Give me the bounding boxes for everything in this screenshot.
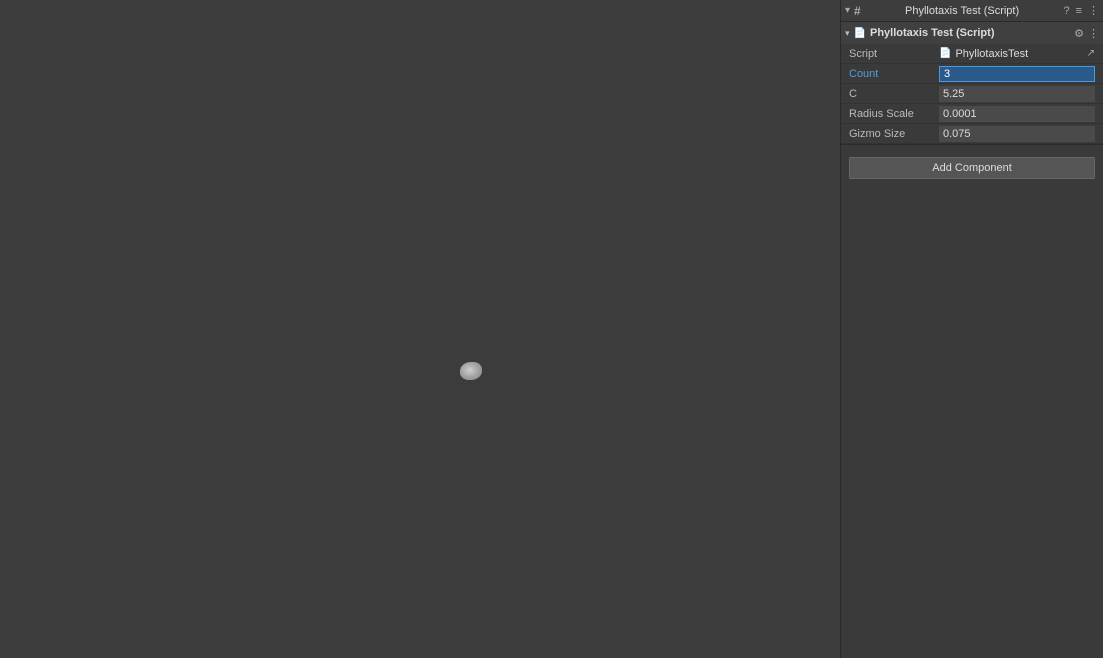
script-row: Script 📄 PhyllotaxisTest ↗ bbox=[841, 44, 1103, 64]
settings-icon[interactable]: ≡ bbox=[1076, 5, 1082, 17]
component-settings-icons: ⚙ ⋮ bbox=[1074, 27, 1099, 40]
inspector-spacer bbox=[841, 191, 1103, 658]
radius-scale-input[interactable] bbox=[939, 106, 1095, 122]
script-icon: 📄 bbox=[939, 48, 951, 59]
c-row: C bbox=[841, 84, 1103, 104]
component-section: ▾ 📄 Phyllotaxis Test (Script) ⚙ ⋮ Script… bbox=[841, 22, 1103, 145]
overflow-icon[interactable]: ⋮ bbox=[1088, 4, 1099, 17]
scene-object-shape bbox=[460, 362, 482, 380]
script-label: Script bbox=[849, 48, 939, 60]
main-container: ▾ # Phyllotaxis Test (Script) ? ≡ ⋮ ▾ 📄 … bbox=[0, 0, 1103, 658]
help-icon[interactable]: ? bbox=[1063, 5, 1069, 17]
header-icons: ? ≡ ⋮ bbox=[1063, 4, 1099, 17]
component-settings-icon[interactable]: ⚙ bbox=[1074, 27, 1084, 40]
script-name: PhyllotaxisTest bbox=[955, 48, 1028, 60]
inspector-panel: ▾ # Phyllotaxis Test (Script) ? ≡ ⋮ ▾ 📄 … bbox=[840, 0, 1103, 658]
component-overflow-icon[interactable]: ⋮ bbox=[1088, 27, 1099, 40]
count-row: Count bbox=[841, 64, 1103, 84]
scene-view[interactable] bbox=[0, 0, 840, 658]
add-component-button[interactable]: Add Component bbox=[849, 157, 1095, 179]
script-value: 📄 PhyllotaxisTest ↗ bbox=[939, 48, 1095, 60]
radius-scale-row: Radius Scale bbox=[841, 104, 1103, 124]
component-fold-arrow-icon[interactable]: ▾ bbox=[845, 28, 850, 39]
gizmo-size-input[interactable] bbox=[939, 126, 1095, 142]
hash-icon: # bbox=[854, 4, 861, 18]
component-header: ▾ 📄 Phyllotaxis Test (Script) ⚙ ⋮ bbox=[841, 22, 1103, 44]
c-label: C bbox=[849, 88, 939, 100]
scene-object bbox=[460, 362, 482, 380]
count-label: Count bbox=[849, 68, 939, 80]
gizmo-size-label: Gizmo Size bbox=[849, 128, 939, 140]
script-link-icon[interactable]: ↗ bbox=[1087, 48, 1095, 59]
script-file-icon: 📄 bbox=[854, 28, 866, 39]
component-title: Phyllotaxis Test (Script) bbox=[870, 27, 1070, 39]
inspector-title: Phyllotaxis Test (Script) bbox=[865, 5, 1060, 17]
c-input[interactable] bbox=[939, 86, 1095, 102]
fold-arrow-icon: ▾ bbox=[845, 5, 850, 16]
inspector-header: ▾ # Phyllotaxis Test (Script) ? ≡ ⋮ bbox=[841, 0, 1103, 22]
count-input[interactable] bbox=[939, 66, 1095, 82]
gizmo-size-row: Gizmo Size bbox=[841, 124, 1103, 144]
radius-scale-label: Radius Scale bbox=[849, 108, 939, 120]
